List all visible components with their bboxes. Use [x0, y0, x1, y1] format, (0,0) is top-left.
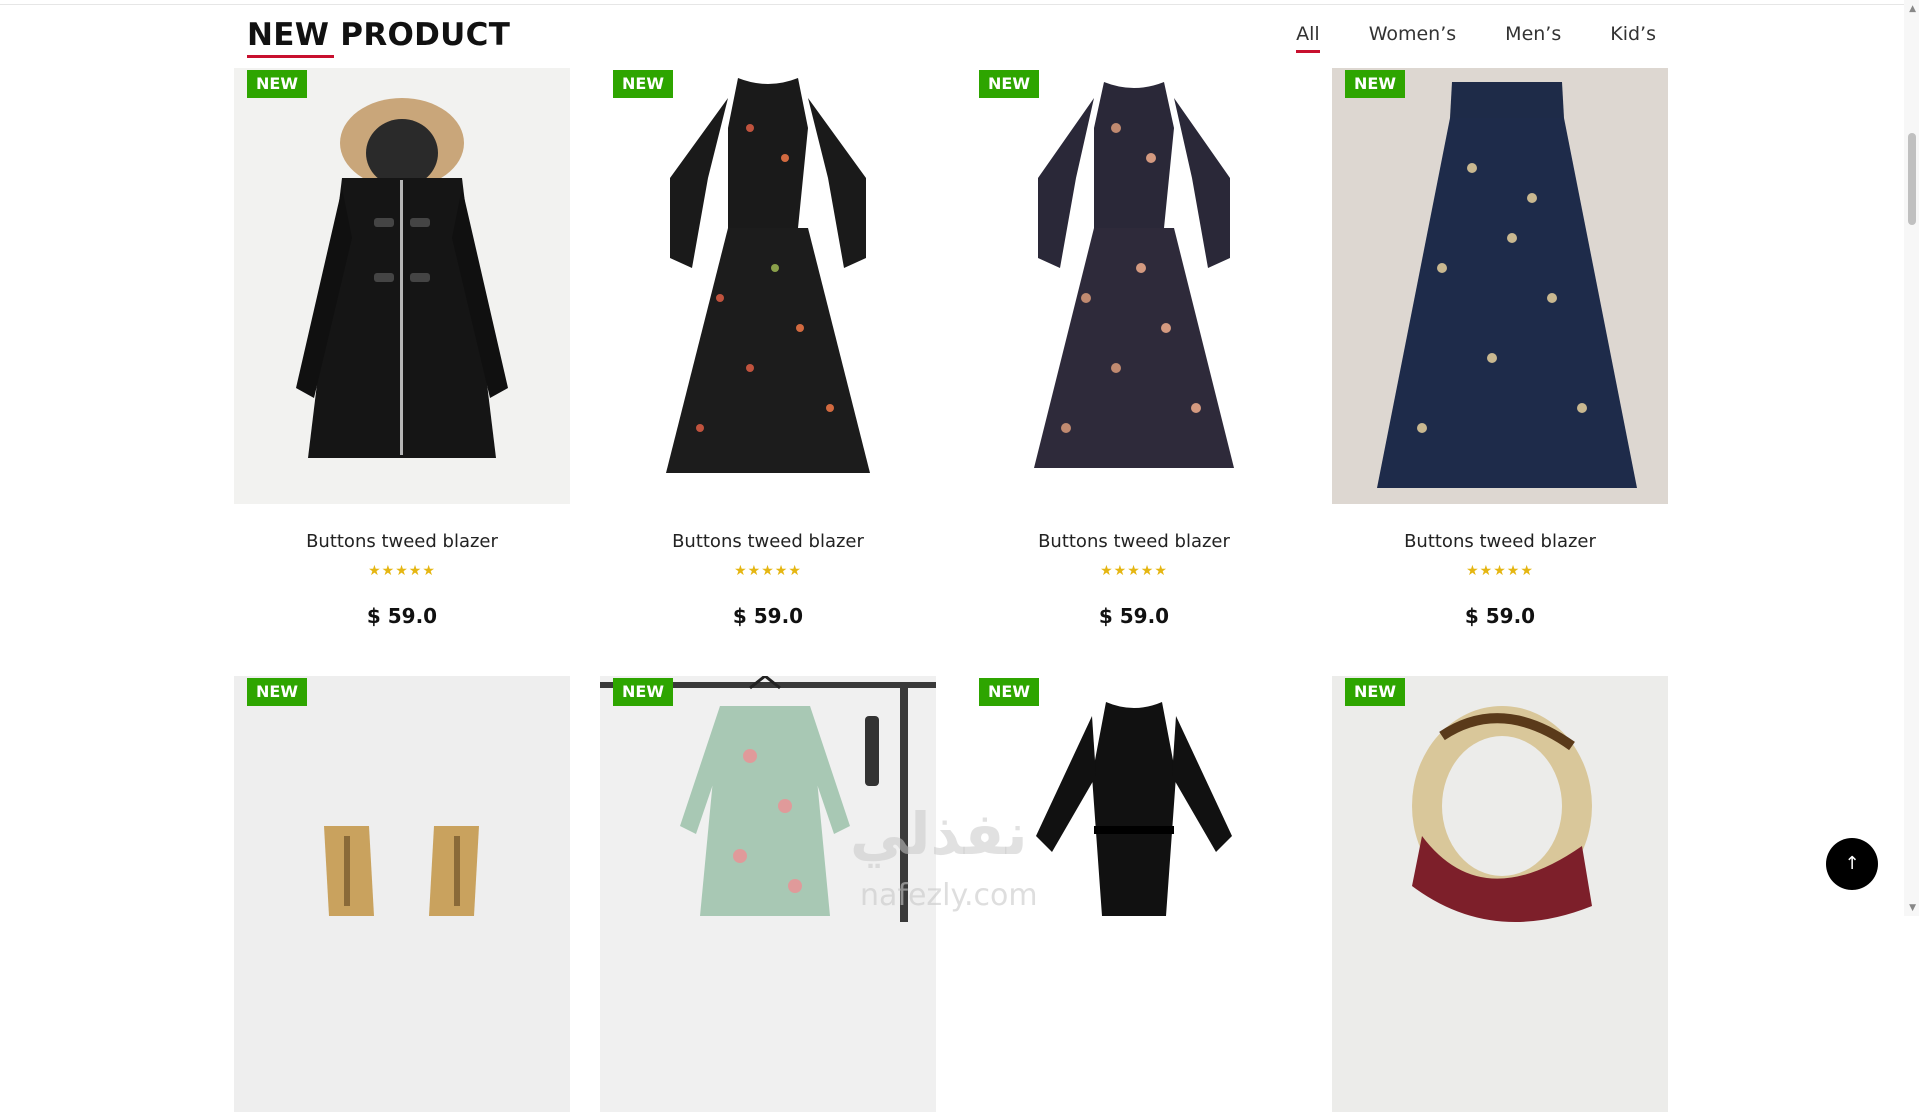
tab-kids[interactable]: Kid’s — [1610, 20, 1656, 48]
rating-stars: ★★★★★ — [1332, 563, 1668, 579]
product-image[interactable] — [600, 68, 936, 504]
tan-lace-up-boots-image — [324, 826, 479, 916]
black-floral-dress-image — [666, 78, 870, 473]
star-icon: ★★★★★ — [368, 563, 436, 579]
product-image[interactable] — [234, 676, 570, 1112]
product-name[interactable]: Buttons tweed blazer — [600, 531, 936, 552]
tab-mens[interactable]: Men’s — [1505, 20, 1561, 48]
arrow-up-icon: ↑ — [1844, 853, 1860, 874]
product-image[interactable] — [234, 68, 570, 504]
scroll-down-icon[interactable]: ▼ — [1909, 903, 1916, 913]
product-image[interactable] — [1332, 68, 1668, 504]
new-badge: NEW — [247, 678, 307, 706]
black-hooded-coat-image — [296, 98, 508, 458]
page-scrollbar[interactable]: ▲ ▼ — [1904, 0, 1919, 916]
product-name[interactable]: Buttons tweed blazer — [966, 531, 1302, 552]
new-badge: NEW — [1345, 678, 1405, 706]
scroll-thumb[interactable] — [1908, 133, 1916, 225]
product-image[interactable] — [966, 68, 1302, 504]
new-badge: NEW — [979, 70, 1039, 98]
new-badge: NEW — [1345, 70, 1405, 98]
back-to-top-button[interactable]: ↑ — [1826, 838, 1878, 890]
rating-stars: ★★★★★ — [600, 563, 936, 579]
product-name[interactable]: Buttons tweed blazer — [1332, 531, 1668, 552]
product-image[interactable] — [1332, 676, 1668, 1112]
new-badge: NEW — [247, 70, 307, 98]
navy-floral-skirt-image — [1332, 68, 1668, 504]
product-price: $ 59.0 — [1098, 604, 1170, 628]
top-divider — [0, 4, 1904, 5]
product-price: $ 59.0 — [366, 604, 438, 628]
new-badge: NEW — [979, 678, 1039, 706]
star-icon: ★★★★★ — [1100, 563, 1168, 579]
star-icon: ★★★★★ — [734, 563, 802, 579]
product-price: $ 59.0 — [732, 604, 804, 628]
star-icon: ★★★★★ — [1466, 563, 1534, 579]
tab-womens[interactable]: Women’s — [1369, 20, 1456, 48]
new-badge: NEW — [613, 70, 673, 98]
scroll-up-icon[interactable]: ▲ — [1909, 4, 1916, 14]
product-price: $ 59.0 — [1464, 604, 1536, 628]
new-badge: NEW — [613, 678, 673, 706]
title-underline — [247, 55, 334, 58]
printed-silk-scarf-image — [1412, 706, 1592, 922]
tab-all[interactable]: All — [1296, 20, 1320, 53]
category-tabs: All Women’s Men’s Kid’s — [1296, 20, 1656, 53]
watermark-url: nafezly.com — [860, 878, 1038, 913]
rating-stars: ★★★★★ — [966, 563, 1302, 579]
watermark-logo: نفذلي — [850, 800, 1028, 868]
product-name[interactable]: Buttons tweed blazer — [234, 531, 570, 552]
section-title: NEW PRODUCT — [247, 17, 511, 53]
navy-floral-dress-image — [1034, 82, 1234, 468]
rating-stars: ★★★★★ — [234, 563, 570, 579]
